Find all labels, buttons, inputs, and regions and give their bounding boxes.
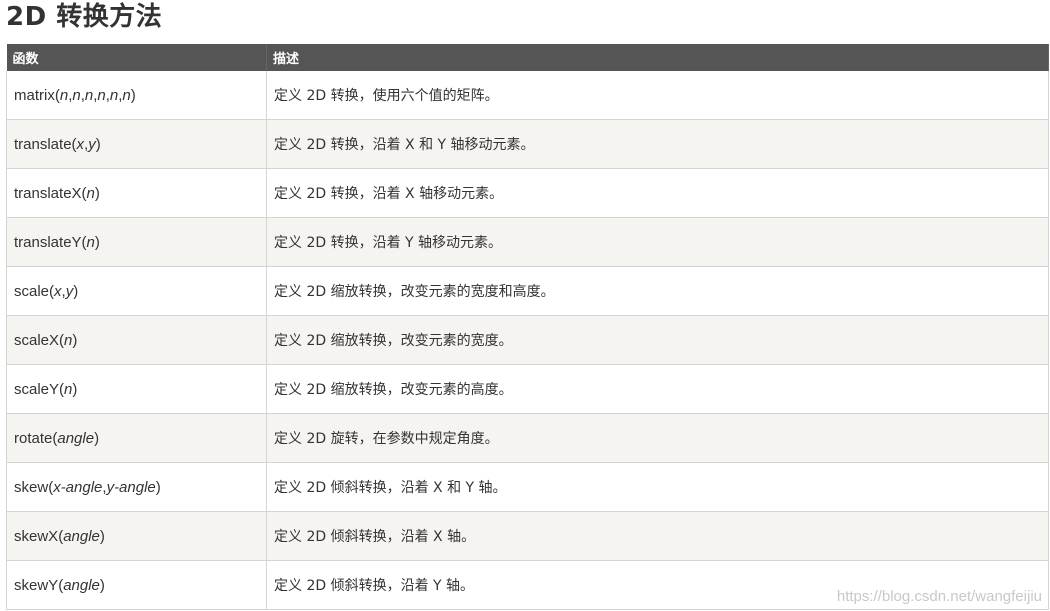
function-cell: skew(x-angle,y-angle): [6, 462, 267, 512]
function-cell: skewY(angle): [6, 560, 267, 610]
column-header-function: 函数: [6, 44, 267, 71]
table-row: scaleY(n) 定义 2D 缩放转换，改变元素的高度。: [6, 364, 1049, 414]
function-cell: translateX(n): [6, 168, 267, 218]
table-body: matrix(n,n,n,n,n,n) 定义 2D 转换，使用六个值的矩阵。 tra…: [6, 71, 1049, 610]
column-header-description: 描述: [266, 44, 1049, 71]
function-param: n: [72, 86, 81, 104]
transform-methods-table: 函数 描述 matrix(n,n,n,n,n,n) 定义 2D 转换，使用六个值的…: [6, 44, 1049, 610]
function-param: y-angle: [106, 478, 156, 496]
function-cell: scale(x,y): [6, 266, 267, 316]
function-cell: scaleX(n): [6, 315, 267, 365]
table-row: translateY(n) 定义 2D 转换，沿着 Y 轴移动元素。: [6, 217, 1049, 267]
function-name: skewX: [14, 527, 59, 545]
table-row: skewX(angle) 定义 2D 倾斜转换，沿着 X 轴。: [6, 511, 1049, 561]
function-name: rotate: [14, 429, 53, 447]
description-cell: 定义 2D 缩放转换，改变元素的宽度和高度。: [266, 266, 1049, 316]
function-param: x: [54, 282, 62, 300]
table-row: translate(x,y) 定义 2D 转换，沿着 X 和 Y 轴移动元素。: [6, 119, 1049, 169]
function-param: y: [88, 135, 96, 153]
table-row: matrix(n,n,n,n,n,n) 定义 2D 转换，使用六个值的矩阵。: [6, 71, 1049, 120]
function-param: y: [65, 282, 74, 300]
function-name: scaleY: [14, 380, 60, 398]
function-name: skew: [14, 478, 49, 496]
table-header-row: 函数 描述: [6, 44, 1049, 71]
watermark: https://blog.csdn.net/wangfeijiu: [836, 588, 1042, 605]
function-cell: scaleY(n): [6, 364, 267, 414]
function-param: n: [86, 184, 95, 202]
function-param: x-angle: [53, 478, 103, 496]
description-cell: 定义 2D 倾斜转换，沿着 X 轴。: [266, 511, 1049, 561]
description-cell: 定义 2D 缩放转换，改变元素的宽度。: [266, 315, 1049, 365]
description-cell: 定义 2D 转换，沿着 X 轴移动元素。: [266, 168, 1049, 218]
table-row: skew(x-angle,y-angle) 定义 2D 倾斜转换，沿着 X 和 Y…: [6, 462, 1049, 512]
page-title: 2D 转换方法: [6, 2, 163, 32]
table-row: rotate(angle) 定义 2D 旋转，在参数中规定角度。: [6, 413, 1049, 463]
function-param: angle: [63, 527, 100, 545]
function-cell: translate(x,y): [6, 119, 267, 169]
function-param: x: [76, 135, 85, 153]
function-cell: translateY(n): [6, 217, 267, 267]
function-cell: rotate(angle): [6, 413, 267, 463]
description-cell: 定义 2D 转换，沿着 Y 轴移动元素。: [266, 217, 1049, 267]
function-param: n: [86, 233, 95, 251]
function-cell: matrix(n,n,n,n,n,n): [6, 71, 267, 120]
description-cell: 定义 2D 旋转，在参数中规定角度。: [266, 413, 1049, 463]
function-name: scaleX: [14, 331, 60, 349]
function-param: n: [84, 86, 94, 104]
function-name: translateX: [14, 184, 82, 202]
function-param: n: [64, 380, 73, 398]
function-param: n: [97, 86, 106, 104]
table-row: scaleX(n) 定义 2D 缩放转换，改变元素的宽度。: [6, 315, 1049, 365]
function-param: n: [59, 86, 69, 104]
function-name: translateY: [14, 233, 82, 251]
description-cell: 定义 2D 缩放转换，改变元素的高度。: [266, 364, 1049, 414]
description-cell: 定义 2D 倾斜转换，沿着 X 和 Y 轴。: [266, 462, 1049, 512]
function-name: matrix: [14, 86, 55, 104]
function-param: angle: [63, 576, 100, 594]
table-row: scale(x,y) 定义 2D 缩放转换，改变元素的宽度和高度。: [6, 266, 1049, 316]
function-name: scale: [14, 282, 50, 300]
description-cell: 定义 2D 转换，沿着 X 和 Y 轴移动元素。: [266, 119, 1049, 169]
function-name: translate: [14, 135, 72, 153]
table-row: translateX(n) 定义 2D 转换，沿着 X 轴移动元素。: [6, 168, 1049, 218]
function-name: skewY: [14, 576, 59, 594]
function-cell: skewX(angle): [6, 511, 267, 561]
function-param: angle: [57, 429, 95, 447]
function-param: n: [122, 86, 131, 104]
function-param: n: [109, 86, 119, 104]
description-cell: 定义 2D 转换，使用六个值的矩阵。: [266, 71, 1049, 120]
function-param: n: [64, 331, 73, 349]
